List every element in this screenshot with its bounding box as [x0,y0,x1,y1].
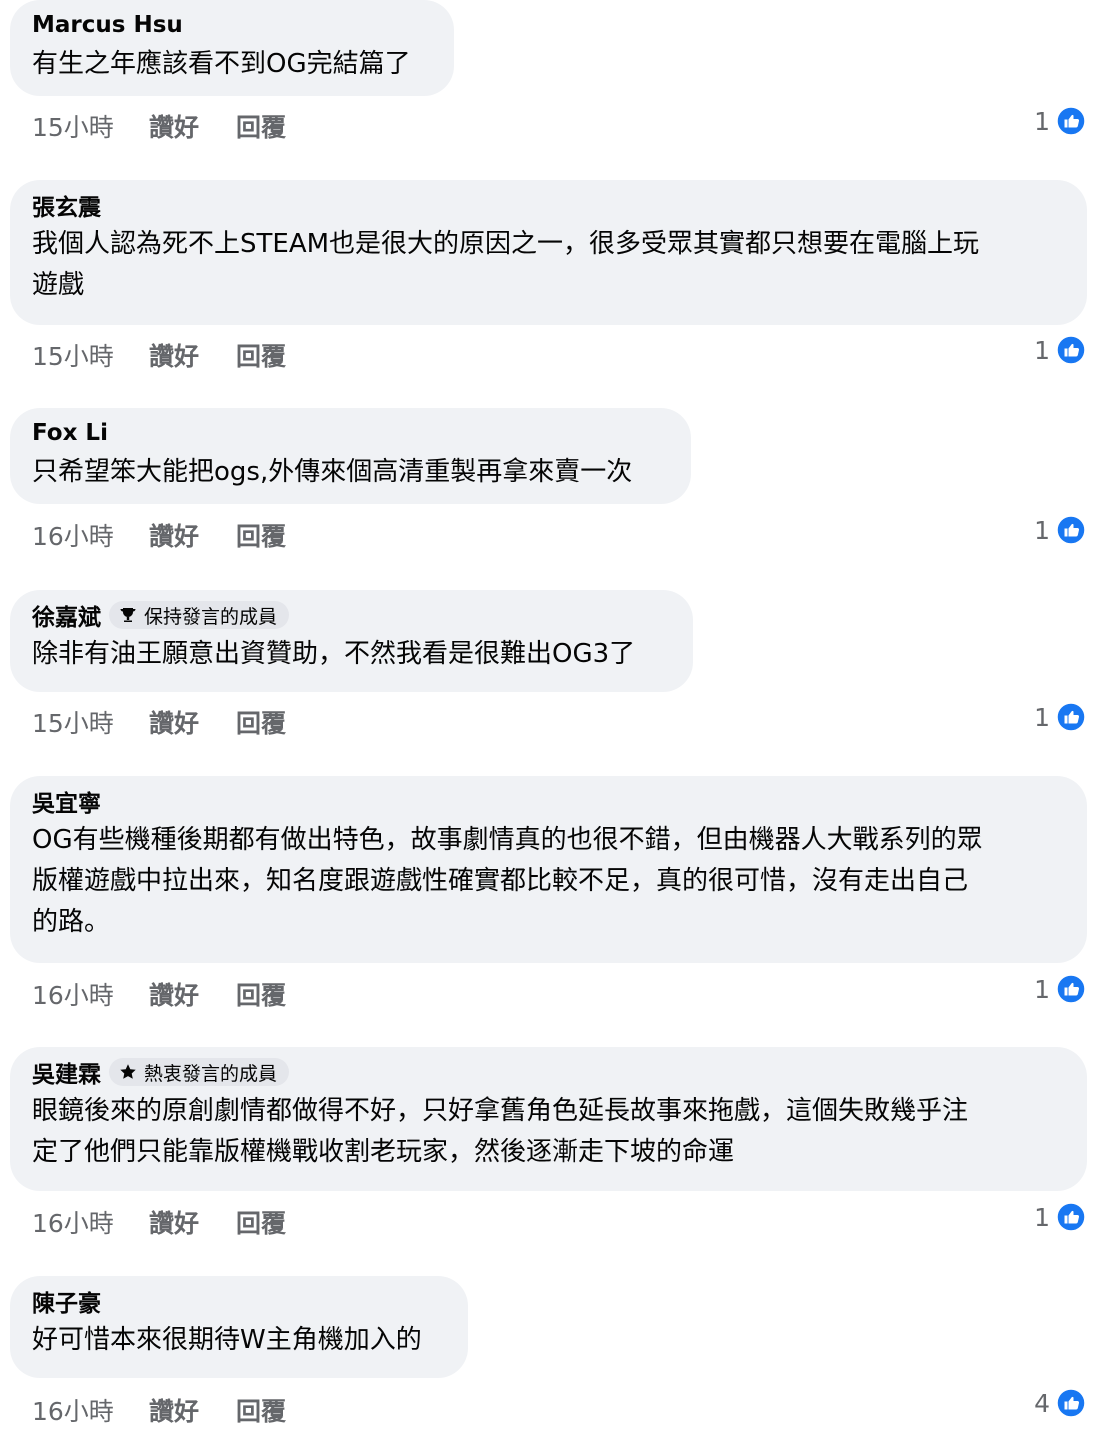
timestamp[interactable]: 16小時 [32,517,149,553]
reaction-count[interactable]: 1 [1034,972,1086,1006]
comment-bubble: Fox Li 只希望笨大能把ogs,外傳來個高清重製再拿來賣一次 [10,408,691,504]
comment-actions: 15小時 讚好 回覆 [32,337,286,373]
timestamp[interactable]: 16小時 [32,1392,149,1428]
like-icon [1056,1202,1086,1232]
reply-button[interactable]: 回覆 [236,1204,286,1240]
like-button[interactable]: 讚好 [149,108,236,144]
star-icon [119,1063,137,1081]
reaction-count[interactable]: 1 [1034,1200,1086,1234]
author-name[interactable]: 陳子豪 [32,1284,101,1318]
comment-text: 我個人認為死不上STEAM也是很大的原因之一，很多受眾其實都只想要在電腦上玩 遊… [32,229,980,300]
author-row: 陳子豪 [32,1284,448,1318]
comment-actions: 16小時 讚好 回覆 [32,976,286,1012]
member-badge[interactable]: 熱衷發言的成員 [109,1058,290,1086]
comment-bubble: 陳子豪 好可惜本來很期待W主角機加入的 [10,1276,468,1378]
comment-actions: 15小時 讚好 回覆 [32,704,286,740]
comment-actions: 16小時 讚好 回覆 [32,517,286,553]
reaction-number: 1 [1034,702,1050,732]
author-name[interactable]: Marcus Hsu [32,12,183,38]
comment-actions: 16小時 讚好 回覆 [32,1204,286,1240]
reaction-number: 1 [1034,106,1050,136]
reply-button[interactable]: 回覆 [236,704,286,740]
reply-button[interactable]: 回覆 [236,517,286,553]
member-badge[interactable]: 保持發言的成員 [109,601,290,629]
author-name[interactable]: 徐嘉斌 [32,598,101,632]
comment-actions: 16小時 讚好 回覆 [32,1392,286,1428]
like-button[interactable]: 讚好 [149,337,236,373]
like-icon [1056,702,1086,732]
like-icon [1056,335,1086,365]
author-row: 吳宜寧 [32,784,1067,818]
author-row: 吳建霖 熱衷發言的成員 [32,1055,1067,1089]
author-row: Fox Li [32,418,671,448]
timestamp[interactable]: 16小時 [32,1204,149,1240]
author-name[interactable]: 張玄震 [32,188,101,222]
author-row: 徐嘉斌 保持發言的成員 [32,598,673,632]
comment-text: 只希望笨大能把ogs,外傳來個高清重製再拿來賣一次 [32,457,633,487]
like-button[interactable]: 讚好 [149,704,236,740]
author-name[interactable]: Fox Li [32,420,108,446]
like-icon [1056,515,1086,545]
reaction-number: 4 [1034,1388,1050,1418]
reaction-count[interactable]: 1 [1034,700,1086,734]
comment-bubble: 徐嘉斌 保持發言的成員 除非有油王願意出資贊助，不然我看是很難出OG3了 [10,590,693,692]
comment-actions: 15小時 讚好 回覆 [32,108,286,144]
badge-label: 保持發言的成員 [144,605,278,628]
comment-text: 眼鏡後來的原創劇情都做得不好，只好拿舊角色延長故事來拖戲，這個失敗幾乎注 定了他… [32,1096,969,1167]
reaction-number: 1 [1034,1202,1050,1232]
like-button[interactable]: 讚好 [149,517,236,553]
timestamp[interactable]: 15小時 [32,704,149,740]
reply-button[interactable]: 回覆 [236,1392,286,1428]
reply-button[interactable]: 回覆 [236,337,286,373]
reaction-number: 1 [1034,335,1050,365]
reply-button[interactable]: 回覆 [236,108,286,144]
like-button[interactable]: 讚好 [149,1392,236,1428]
timestamp[interactable]: 16小時 [32,976,149,1012]
reply-button[interactable]: 回覆 [236,976,286,1012]
comment-text: 除非有油王願意出資贊助，不然我看是很難出OG3了 [32,639,636,669]
like-icon [1056,106,1086,136]
reaction-number: 1 [1034,974,1050,1004]
comment-bubble: 吳建霖 熱衷發言的成員 眼鏡後來的原創劇情都做得不好，只好拿舊角色延長故事來拖戲… [10,1047,1087,1191]
trophy-icon [119,606,137,624]
comment-text: 有生之年應該看不到OG完結篇了 [32,49,411,79]
badge-label: 熱衷發言的成員 [144,1062,278,1085]
comment-text: 好可惜本來很期待W主角機加入的 [32,1325,422,1355]
like-icon [1056,1388,1086,1418]
author-name[interactable]: 吳宜寧 [32,784,101,818]
like-button[interactable]: 讚好 [149,976,236,1012]
comment-bubble: 吳宜寧 OG有些機種後期都有做出特色，故事劇情真的也很不錯，但由機器人大戰系列的… [10,776,1087,963]
reaction-count[interactable]: 1 [1034,333,1086,367]
author-row: 張玄震 [32,188,1067,222]
like-icon [1056,974,1086,1004]
like-button[interactable]: 讚好 [149,1204,236,1240]
comment-text: OG有些機種後期都有做出特色，故事劇情真的也很不錯，但由機器人大戰系列的眾 版權… [32,825,983,937]
timestamp[interactable]: 15小時 [32,108,149,144]
comment-bubble: 張玄震 我個人認為死不上STEAM也是很大的原因之一，很多受眾其實都只想要在電腦… [10,180,1087,325]
author-row: Marcus Hsu [32,10,434,40]
reaction-count[interactable]: 1 [1034,104,1086,138]
author-name[interactable]: 吳建霖 [32,1055,101,1089]
comment-bubble: Marcus Hsu 有生之年應該看不到OG完結篇了 [10,0,454,96]
reaction-number: 1 [1034,515,1050,545]
timestamp[interactable]: 15小時 [32,337,149,373]
reaction-count[interactable]: 4 [1034,1386,1086,1420]
reaction-count[interactable]: 1 [1034,513,1086,547]
